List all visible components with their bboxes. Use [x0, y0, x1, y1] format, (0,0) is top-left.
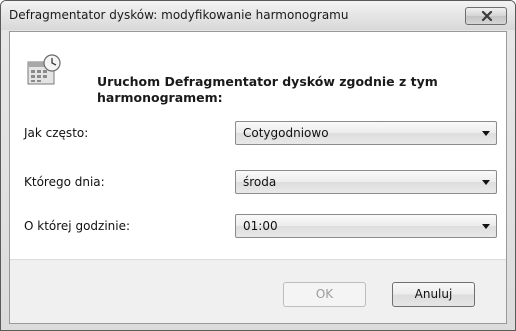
frequency-select[interactable]: Cotygodniowo — [235, 121, 497, 145]
dialog-body: Uruchom Defragmentator dysków zgodnie z … — [9, 31, 507, 324]
dialog-heading: Uruchom Defragmentator dysków zgodnie z … — [97, 74, 438, 105]
window-title: Defragmentator dysków: modyfikowanie har… — [9, 8, 349, 22]
time-label: O której godzinie: — [24, 219, 131, 233]
day-label: Którego dnia: — [24, 175, 105, 189]
day-select[interactable]: środa — [235, 170, 497, 194]
title-bar[interactable]: Defragmentator dysków: modyfikowanie har… — [1, 1, 515, 30]
content-area: Uruchom Defragmentator dysków zgodnie z … — [10, 32, 506, 259]
frequency-value: Cotygodniowo — [243, 126, 329, 140]
close-icon — [481, 11, 493, 22]
day-value: środa — [243, 175, 277, 189]
calendar-clock-icon — [27, 54, 61, 85]
frequency-label: Jak często: — [24, 126, 89, 140]
time-value: 01:00 — [243, 219, 278, 233]
close-button[interactable] — [465, 7, 507, 25]
chevron-down-icon — [482, 131, 490, 136]
schedule-dialog: Defragmentator dysków: modyfikowanie har… — [0, 0, 516, 331]
ok-button[interactable]: OK — [283, 282, 366, 307]
button-bar: OK Anuluj — [10, 259, 506, 323]
time-select[interactable]: 01:00 — [235, 214, 497, 238]
cancel-button[interactable]: Anuluj — [392, 282, 475, 307]
chevron-down-icon — [482, 224, 490, 229]
chevron-down-icon — [482, 180, 490, 185]
